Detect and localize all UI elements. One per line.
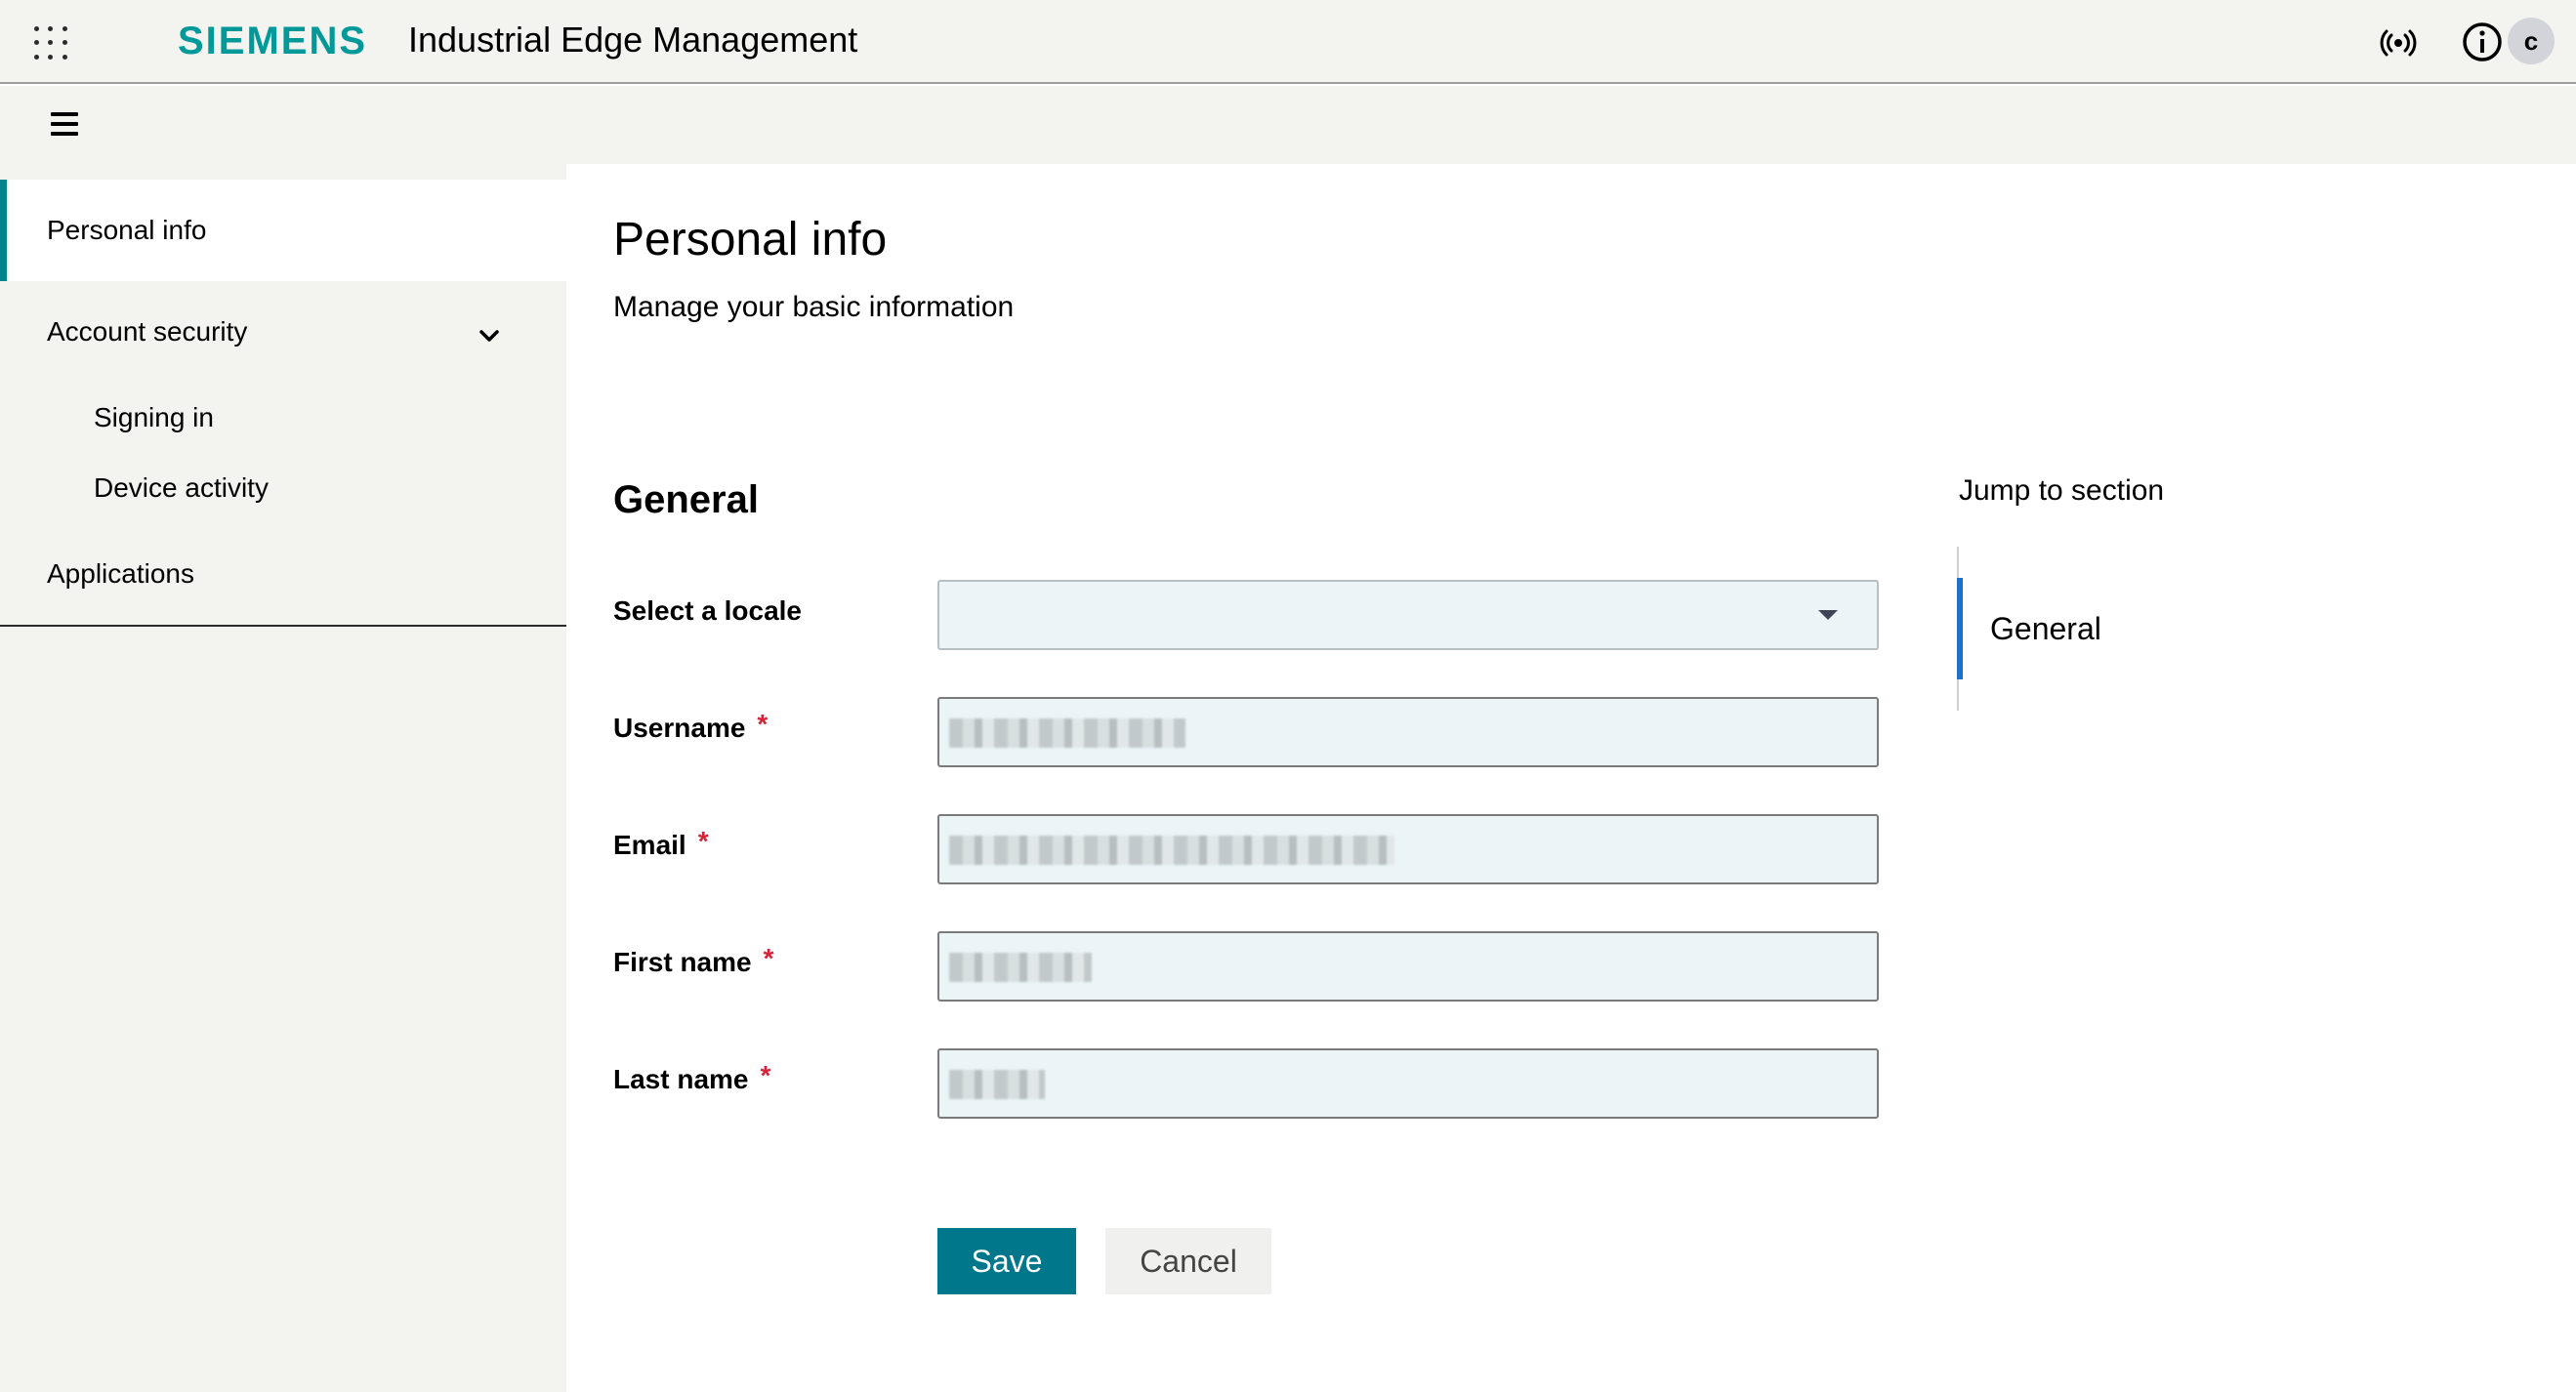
sidebar-item-label: Applications [47, 558, 194, 589]
app-title: Industrial Edge Management [408, 20, 858, 60]
email-label-text: Email [613, 830, 686, 860]
apps-grid-icon[interactable] [29, 21, 72, 64]
save-button[interactable]: Save [937, 1228, 1076, 1294]
first-name-field[interactable] [937, 931, 1879, 1002]
sidebar-item-label: Device activity [94, 472, 269, 503]
locale-label-text: Select a locale [613, 595, 803, 626]
cancel-button[interactable]: Cancel [1105, 1228, 1271, 1294]
top-bar: SIEMENS Industrial Edge Management c [0, 0, 2576, 84]
locale-select[interactable] [937, 580, 1879, 650]
sidebar-item-personal-info[interactable]: Personal info [0, 180, 566, 281]
sidebar-nav: Personal info Account security Signing i… [0, 180, 566, 627]
menu-toggle-icon[interactable] [51, 112, 80, 138]
required-marker: * [697, 826, 709, 856]
required-marker: * [760, 1060, 771, 1090]
username-label: Username * [613, 709, 768, 744]
page-subtitle: Manage your basic information [613, 291, 1015, 323]
jump-link-label: General [1990, 610, 2101, 646]
sub-bar [0, 86, 2576, 164]
required-marker: * [757, 709, 769, 739]
sidebar-item-device-activity[interactable]: Device activity [0, 453, 566, 523]
last-name-label: Last name * [613, 1060, 770, 1095]
required-marker: * [763, 943, 774, 973]
redacted-value [949, 836, 1394, 865]
chevron-down-icon[interactable] [478, 320, 500, 351]
username-label-text: Username [613, 713, 746, 743]
main-content: Personal info Manage your basic informat… [566, 164, 2576, 1392]
first-name-label: First name * [613, 943, 774, 978]
email-label: Email * [613, 826, 709, 861]
sidebar-item-label: Account security [47, 316, 248, 347]
user-avatar[interactable]: c [2508, 18, 2555, 64]
redacted-value [949, 718, 1185, 748]
sidebar-item-label: Signing in [94, 402, 214, 432]
sidebar-item-signing-in[interactable]: Signing in [0, 383, 566, 453]
redacted-value [949, 1070, 1045, 1099]
last-name-field[interactable] [937, 1048, 1879, 1119]
info-icon[interactable] [2461, 20, 2504, 63]
username-field[interactable] [937, 697, 1879, 767]
brand-logo: SIEMENS [178, 20, 368, 62]
sidebar: Personal info Account security Signing i… [0, 164, 566, 1392]
locale-label: Select a locale [613, 595, 802, 627]
sidebar-item-applications[interactable]: Applications [0, 523, 566, 625]
jump-to-section-list: General [1957, 547, 2347, 711]
last-name-label-text: Last name [613, 1064, 749, 1094]
sidebar-item-label: Personal info [47, 215, 207, 245]
redacted-value [949, 953, 1092, 982]
section-title-general: General [613, 478, 759, 521]
first-name-label-text: First name [613, 947, 752, 977]
page-title: Personal info [613, 214, 888, 266]
jump-to-section-title: Jump to section [1959, 474, 2165, 507]
email-field[interactable] [937, 814, 1879, 884]
signal-icon[interactable] [2379, 23, 2418, 62]
jump-link-general[interactable]: General [1957, 578, 2250, 679]
sidebar-item-account-security[interactable]: Account security [0, 281, 566, 383]
